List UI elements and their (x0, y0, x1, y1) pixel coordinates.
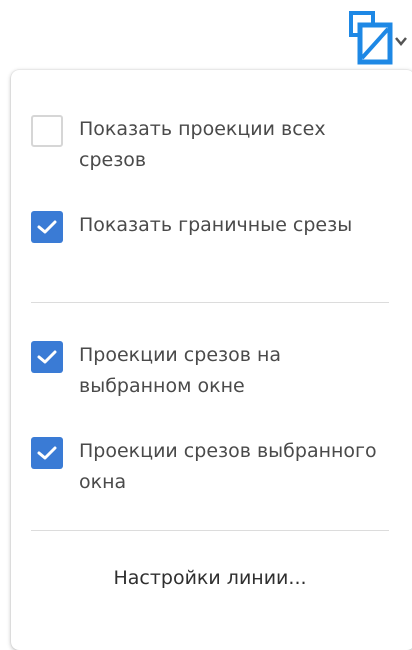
menu-item-show-boundary-slices[interactable]: Показать граничные срезы (31, 210, 381, 272)
menu-item-projections-on-selected-window[interactable]: Проекции срезов на выбранном окне (31, 340, 381, 402)
menu-item-label: Проекции срезов выбранного окна (79, 440, 377, 493)
line-settings-menu-item[interactable]: Настройки линии... (31, 564, 389, 592)
slice-projection-dropdown: Показать проекции всех срезов Показать г… (11, 70, 412, 650)
menu-item-show-all-projections[interactable]: Показать проекции всех срезов (31, 114, 381, 176)
checkbox-projections-on-selected-window[interactable] (31, 341, 63, 373)
check-icon (37, 350, 57, 364)
check-icon (37, 220, 57, 234)
check-icon (37, 446, 57, 460)
menu-divider (31, 302, 389, 303)
menu-item-label: Проекции срезов на выбранном окне (79, 344, 282, 397)
menu-item-label: Показать граничные срезы (79, 214, 353, 236)
menu-divider (31, 530, 389, 531)
checkbox-projections-of-selected-window[interactable] (31, 437, 63, 469)
chevron-down-icon (395, 37, 407, 46)
menu-item-label: Показать проекции всех срезов (79, 118, 326, 171)
slice-projection-icon (349, 11, 407, 65)
checkbox-show-boundary-slices[interactable] (31, 211, 63, 243)
slice-projection-menu-button[interactable] (346, 8, 408, 70)
checkbox-show-all-projections[interactable] (31, 115, 63, 147)
menu-item-projections-of-selected-window[interactable]: Проекции срезов выбранного окна (31, 436, 381, 498)
